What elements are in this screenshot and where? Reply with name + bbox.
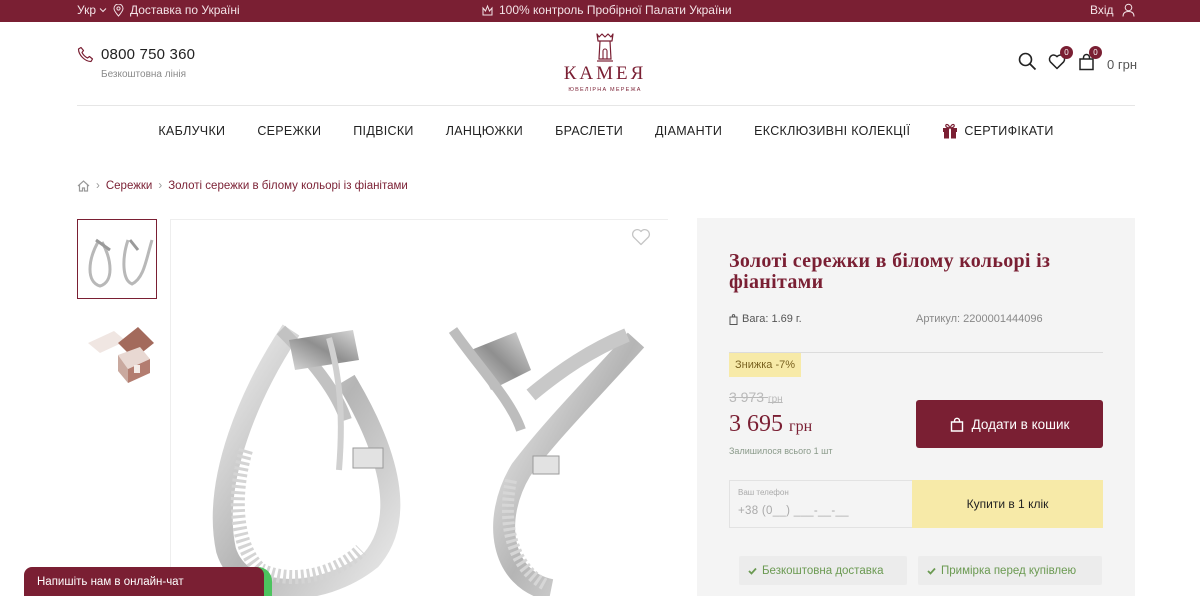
language-label: Укр (77, 3, 97, 17)
perk-try-on: Примірка перед купівлею (918, 556, 1102, 585)
delivery-info[interactable]: Доставка по Україні (113, 3, 240, 17)
current-price: 3 695 грн (729, 411, 812, 438)
chevron-down-icon (99, 8, 107, 13)
breadcrumb-category[interactable]: Сережки (106, 180, 153, 192)
earrings-thumbnail-image (88, 238, 154, 288)
perk-free-delivery-label: Безкоштовна доставка (762, 564, 884, 577)
top-bar: Укр Доставка по Україні 100% контроль Пр… (0, 0, 1200, 22)
favorites-count-badge: 0 (1060, 46, 1073, 59)
one-click-form: Ваш телефон +38 (0__) ___-__-__ Купити в… (729, 480, 1103, 528)
cart-button[interactable]: 0 (1078, 45, 1102, 76)
weight-icon (729, 313, 738, 325)
phone-input[interactable]: +38 (0__) ___-__-__ (738, 505, 849, 517)
delivery-label: Доставка по Україні (130, 3, 240, 17)
header-divider (77, 105, 1135, 106)
nav-item-chains[interactable]: ЛАНЦЮЖКИ (430, 124, 539, 138)
login-label: Вхід (1090, 3, 1114, 17)
search-icon (1018, 52, 1037, 71)
phone-input-label: Ваш телефон (738, 488, 789, 497)
logo[interactable]: КАМЕЯ ЮВЕЛІРНА МЕРЕЖА (555, 32, 655, 93)
stock-status: Залишилося всього 1 шт (729, 446, 833, 456)
breadcrumb-separator: › (158, 180, 163, 192)
phone-number[interactable]: 0800 750 360 (101, 46, 195, 63)
gift-box-thumbnail-image (88, 327, 154, 383)
header-actions: 0 0 0 грн (1018, 45, 1137, 76)
nav-item-certificates-label: СЕРТИФІКАТИ (964, 123, 1054, 138)
check-icon (748, 567, 757, 575)
discount-badge: Знижка -7% (729, 353, 802, 377)
old-price: 3 973 грн (729, 389, 783, 405)
check-icon (927, 567, 936, 575)
logo-name: КАМЕЯ (563, 63, 647, 84)
buy-one-click-button[interactable]: Купити в 1 клік (912, 480, 1103, 528)
cart-count-badge: 0 (1089, 45, 1102, 59)
castle-logo-icon (596, 33, 614, 62)
nav-item-pendants[interactable]: ПІДВІСКИ (337, 124, 429, 138)
weight-label: Вага: 1.69 г. (742, 313, 802, 325)
shopping-bag-icon (950, 417, 963, 432)
nav-item-bracelets[interactable]: БРАСЛЕТИ (539, 124, 639, 138)
perk-free-delivery: Безкоштовна доставка (739, 556, 907, 585)
login-link[interactable]: Вхід (1090, 3, 1135, 17)
old-price-currency: грн (767, 394, 783, 405)
nav-item-exclusive[interactable]: ЕКСКЛЮЗИВНІ КОЛЕКЦІЇ (738, 124, 926, 138)
user-icon (1122, 3, 1135, 17)
gallery-thumb-earrings[interactable] (77, 219, 157, 299)
old-price-value: 3 973 (729, 389, 765, 405)
add-to-cart-button[interactable]: Додати в кошик (916, 400, 1103, 448)
product-title: Золоті сережки в білому кольорі із фіані… (729, 250, 1051, 293)
nav-item-earrings[interactable]: СЕРЕЖКИ (241, 124, 337, 138)
gift-icon (943, 123, 958, 139)
add-to-cart-label: Додати в кошик (971, 416, 1070, 432)
perk-try-on-label: Примірка перед купівлею (941, 564, 1077, 577)
phone-note: Безкоштовна лінія (101, 69, 186, 80)
logo-tagline: ЮВЕЛІРНА МЕРЕЖА (568, 87, 642, 93)
phone-icon (77, 46, 94, 63)
online-chat-label: Напишіть нам в онлайн-чат (37, 576, 184, 588)
breadcrumb-separator: › (96, 180, 100, 192)
home-icon[interactable] (77, 180, 90, 192)
gallery-thumb-box[interactable] (77, 312, 157, 392)
quality-control-label: 100% контроль Пробірної Палати України (499, 3, 732, 17)
product-info-panel: Золоті сережки в білому кольорі із фіані… (697, 218, 1135, 596)
cart-total[interactable]: 0 грн (1107, 57, 1137, 72)
earrings-product-image (212, 324, 645, 596)
phone-block[interactable]: 0800 750 360 Безкоштовна лінія (77, 46, 195, 80)
product-main-image[interactable] (170, 219, 668, 596)
favorites-button[interactable]: 0 (1048, 46, 1073, 75)
nav-item-diamonds[interactable]: ДІАМАНТИ (639, 124, 738, 138)
main-nav: КАБЛУЧКИ СЕРЕЖКИ ПІДВІСКИ ЛАНЦЮЖКИ БРАСЛ… (0, 122, 1200, 139)
current-price-value: 3 695 (729, 411, 783, 437)
online-chat-button[interactable]: Напишіть нам в онлайн-чат (24, 567, 264, 596)
nav-item-certificates[interactable]: СЕРТИФІКАТИ (926, 122, 1069, 139)
add-to-favorites-icon[interactable] (631, 228, 651, 246)
crown-icon (482, 4, 493, 15)
nav-item-rings[interactable]: КАБЛУЧКИ (142, 124, 241, 138)
product-weight: Вага: 1.69 г. (729, 313, 802, 325)
breadcrumb: › Сережки › Золоті сережки в білому коль… (77, 180, 408, 192)
language-selector[interactable]: Укр (77, 3, 107, 17)
search-button[interactable] (1018, 52, 1037, 76)
map-pin-icon (113, 3, 124, 17)
breadcrumb-current: Золоті сережки в білому кольорі із фіані… (168, 180, 408, 192)
current-price-currency: грн (789, 418, 813, 435)
product-sku: Артикул: 2200001444096 (916, 313, 1043, 325)
quality-control-info: 100% контроль Пробірної Палати України (482, 3, 732, 17)
